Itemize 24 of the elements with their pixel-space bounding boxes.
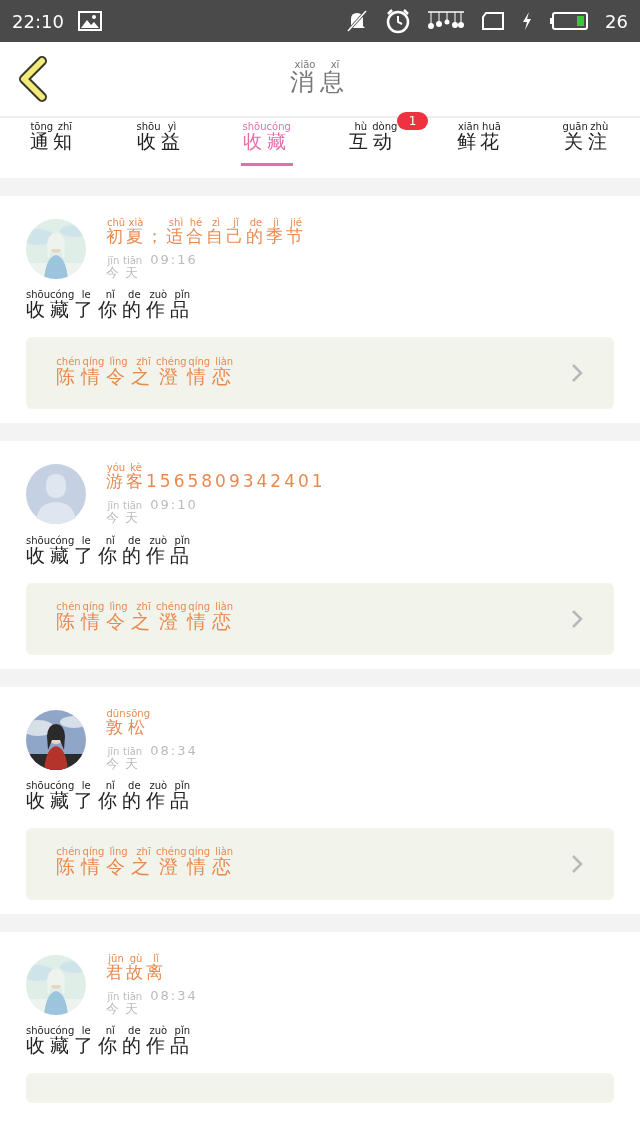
tab[interactable]: 通 tōng 知 zhī [28, 122, 79, 166]
user-name[interactable]: 君 jūn 故 gù 离 lǐ [106, 953, 198, 984]
message-time: jīn 今 tiān 天 08:34 [106, 987, 198, 1017]
tab[interactable]: 收 shōu 藏 cóng [240, 122, 293, 166]
work-link[interactable]: 陈 chén 情 qíng 令 lìng 之 zhī 澄 chéng 情 qíng 恋 liàn [26, 337, 614, 410]
message-text: 收 shōu 藏 cóng 了 le 你 nǐ 的 de 作 zuò 品 pǐn [26, 290, 195, 323]
work-link[interactable]: 陈 chén 情 qíng 令 lìng 之 zhī 澄 chéng 情 qíng 恋 liàn [26, 827, 614, 900]
count-badge: 1 [396, 112, 429, 130]
battery-percent: 26 [605, 10, 628, 32]
tab[interactable]: 关 guān 注 zhù [560, 122, 613, 166]
message-time: jīn 今 tiān 天 09:10 [106, 497, 199, 526]
message-text: 收 shōu 藏 cóng 了 le 你 nǐ 的 de 作 zuò 品 pǐn [26, 780, 195, 813]
tab[interactable]: 收 shōu 益 yì [134, 122, 186, 166]
status-time: 22:10 [12, 10, 64, 32]
message-text: 收 shōu 藏 cóng 了 le 你 nǐ 的 de 作 zuò 品 pǐn [26, 535, 195, 568]
user-name[interactable]: 初 chū 夏 xià ；适 shì 合 hé 自 zì 己 jǐ 的 de 季 jì 节 jié [106, 218, 306, 248]
message-time: jīn 今 tiān 天 09:16 [106, 252, 199, 281]
work-link[interactable]: 陈 chén 情 qíng 令 lìng 之 zhī 澄 chéng 情 qíng 恋 liàn [26, 582, 614, 655]
user-name[interactable]: 敦 dūn 松 sōng [106, 708, 198, 739]
page-title: 消 xiāo 息 xī [290, 60, 350, 98]
message-time: jīn 今 tiān 天 08:34 [106, 742, 198, 771]
tab[interactable]: 鲜 xiān 花 huā [455, 122, 505, 166]
message-text: 收 shōu 藏 cóng 了 le 你 nǐ 的 de 作 zuò 品 pǐn [26, 1026, 195, 1059]
user-name[interactable]: 游 yóu 客 kè 1565809342401 [106, 463, 326, 494]
